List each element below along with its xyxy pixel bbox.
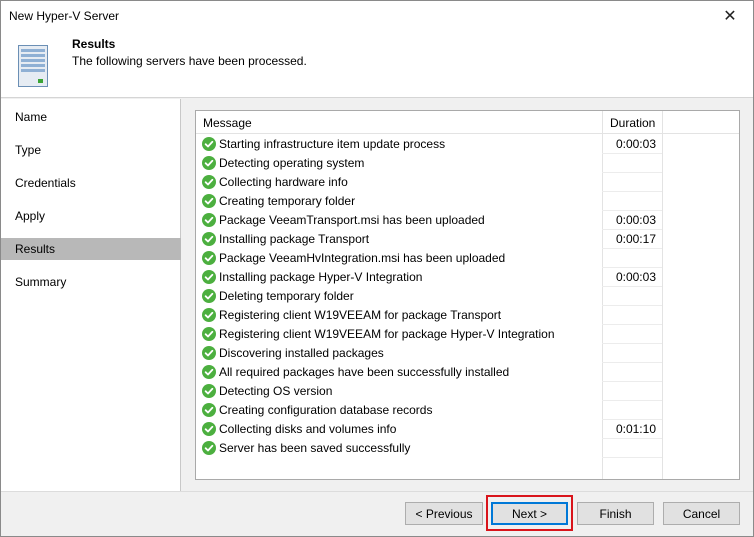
table-row[interactable]: Server has been saved successfully	[196, 439, 739, 458]
check-circle-icon	[202, 441, 216, 455]
row-message: Server has been saved successfully	[219, 441, 411, 455]
check-circle-icon	[202, 422, 216, 436]
sidebar-item-name[interactable]: Name	[1, 106, 181, 128]
duration-cell	[602, 173, 662, 192]
duration-cell	[602, 382, 662, 401]
check-circle-icon	[202, 327, 216, 341]
column-header-duration[interactable]: Duration	[610, 116, 655, 130]
previous-button[interactable]: < Previous	[405, 502, 483, 525]
row-message: All required packages have been successf…	[219, 365, 510, 379]
row-message: Installing package Hyper-V Integration	[219, 270, 423, 284]
duration-cell	[602, 192, 662, 211]
duration-cell	[602, 363, 662, 382]
row-message: Collecting hardware info	[219, 175, 348, 189]
table-row[interactable]: Package VeeamTransport.msi has been uplo…	[196, 211, 739, 230]
close-icon: ✕	[723, 8, 737, 25]
check-circle-icon	[202, 156, 216, 170]
row-message: Package VeeamHvIntegration.msi has been …	[219, 251, 506, 265]
check-circle-icon	[202, 194, 216, 208]
check-circle-icon	[202, 346, 216, 360]
check-circle-icon	[202, 175, 216, 189]
table-row[interactable]: Creating configuration database records	[196, 401, 739, 420]
check-circle-icon	[202, 251, 216, 265]
sidebar-item-apply[interactable]: Apply	[1, 205, 181, 227]
row-message: Starting infrastructure item update proc…	[219, 137, 446, 151]
row-message: Collecting disks and volumes info	[219, 422, 397, 436]
duration-cell	[602, 306, 662, 325]
sidebar-item-summary[interactable]: Summary	[1, 271, 181, 293]
row-duration: 0:00:17	[615, 232, 656, 246]
table-row[interactable]: Detecting operating system	[196, 154, 739, 173]
window-title: New Hyper-V Server	[9, 9, 120, 23]
duration-cell	[602, 401, 662, 420]
wizard-header: Results The following servers have been …	[1, 31, 753, 98]
duration-cell	[602, 325, 662, 344]
duration-cell	[602, 287, 662, 306]
table-header: Message Duration	[196, 111, 739, 134]
row-message: Detecting operating system	[219, 156, 365, 170]
table-row[interactable]: Detecting OS version	[196, 382, 739, 401]
check-circle-icon	[202, 232, 216, 246]
table-row[interactable]: Installing package Transport 0:00:17	[196, 230, 739, 249]
footer-divider	[1, 491, 753, 492]
sidebar-item-type[interactable]: Type	[1, 139, 181, 161]
table-row[interactable]: Starting infrastructure item update proc…	[196, 135, 739, 154]
sidebar-item-credentials[interactable]: Credentials	[1, 172, 181, 194]
table-row[interactable]: Collecting disks and volumes info 0:01:10	[196, 420, 739, 439]
sidebar-item-results[interactable]: Results	[1, 238, 181, 260]
row-message: Creating temporary folder	[219, 194, 356, 208]
wizard-window: New Hyper-V Server ✕ Results The followi…	[0, 0, 754, 537]
row-message: Creating configuration database records	[219, 403, 433, 417]
close-button[interactable]: ✕	[707, 1, 753, 31]
row-duration: 0:01:10	[615, 422, 656, 436]
check-circle-icon	[202, 365, 216, 379]
table-row[interactable]: All required packages have been successf…	[196, 363, 739, 382]
table-row[interactable]: Collecting hardware info	[196, 173, 739, 192]
table-row[interactable]: Registering client W19VEEAM for package …	[196, 306, 739, 325]
row-duration: 0:00:03	[615, 270, 656, 284]
duration-cell	[602, 344, 662, 363]
table-row[interactable]: Installing package Hyper-V Integration 0:…	[196, 268, 739, 287]
row-message: Discovering installed packages	[219, 346, 384, 360]
check-circle-icon	[202, 403, 216, 417]
row-message: Deleting temporary folder	[219, 289, 354, 303]
check-circle-icon	[202, 384, 216, 398]
row-message: Registering client W19VEEAM for package …	[219, 308, 502, 322]
duration-cell	[602, 439, 662, 458]
step-title: Results	[72, 37, 116, 51]
title-bar: New Hyper-V Server ✕	[1, 1, 753, 31]
wizard-steps-sidebar: Name Type Credentials Apply Results Summary	[1, 99, 181, 491]
row-message: Installing package Transport	[219, 232, 370, 246]
row-message: Registering client W19VEEAM for package …	[219, 327, 555, 341]
cancel-button[interactable]: Cancel	[663, 502, 740, 525]
table-row[interactable]: Creating temporary folder	[196, 192, 739, 211]
duration-cell	[602, 249, 662, 268]
check-circle-icon	[202, 270, 216, 284]
finish-button[interactable]: Finish	[577, 502, 654, 525]
check-circle-icon	[202, 213, 216, 227]
table-row[interactable]: Registering client W19VEEAM for package …	[196, 325, 739, 344]
step-description: The following servers have been processe…	[72, 54, 307, 68]
next-button-highlight	[486, 495, 573, 531]
duration-cell	[602, 154, 662, 173]
check-circle-icon	[202, 308, 216, 322]
row-message: Detecting OS version	[219, 384, 333, 398]
row-duration: 0:00:03	[615, 137, 656, 151]
results-table: Message Duration Starting infrastructure…	[195, 110, 740, 480]
row-duration: 0:00:03	[615, 213, 656, 227]
check-circle-icon	[202, 289, 216, 303]
row-message: Package VeeamTransport.msi has been uplo…	[219, 213, 485, 227]
server-icon	[18, 45, 48, 87]
table-row[interactable]: Deleting temporary folder	[196, 287, 739, 306]
table-row[interactable]: Package VeeamHvIntegration.msi has been …	[196, 249, 739, 268]
check-circle-icon	[202, 137, 216, 151]
table-row[interactable]: Discovering installed packages	[196, 344, 739, 363]
column-header-message[interactable]: Message	[203, 116, 252, 130]
